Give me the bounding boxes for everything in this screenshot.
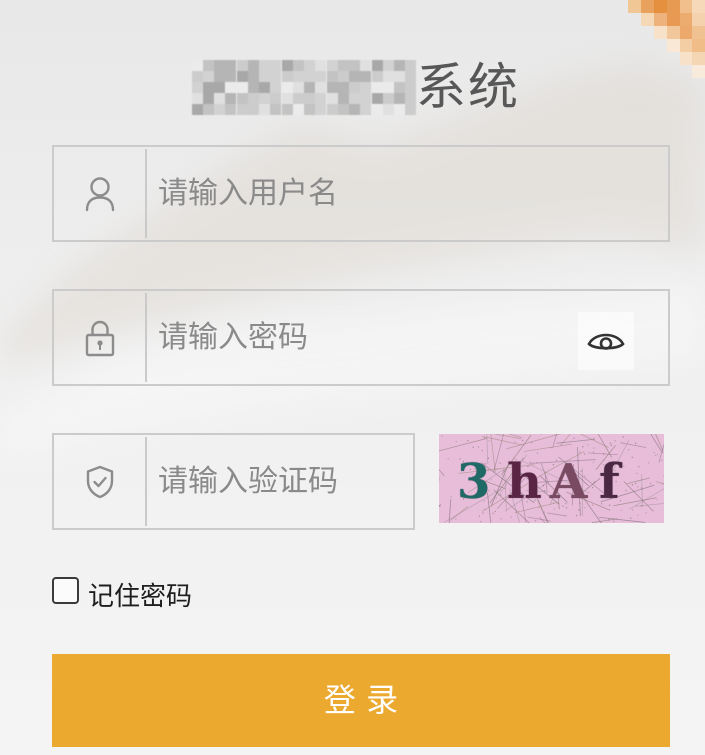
captcha-char: f — [599, 454, 620, 510]
captcha-field — [52, 433, 415, 530]
captcha-char: A — [550, 454, 588, 510]
username-icon-cell — [54, 147, 145, 240]
captcha-image[interactable]: 3 h A f — [439, 434, 664, 523]
field-divider — [145, 293, 147, 382]
lock-icon — [85, 320, 114, 356]
captcha-char: 3 — [457, 454, 491, 510]
show-password-toggle[interactable] — [578, 312, 634, 370]
page-title: 系统 — [190, 55, 530, 119]
eye-icon — [587, 333, 625, 350]
password-icon-cell — [54, 291, 145, 384]
remember-label: 记住密码 — [88, 582, 193, 612]
username-field — [52, 145, 670, 242]
captcha-icon-cell — [54, 435, 145, 528]
field-divider — [145, 437, 147, 526]
pixelated-logo — [628, 0, 705, 78]
title-redacted-block — [192, 60, 416, 115]
password-field — [52, 289, 670, 386]
user-icon — [85, 176, 114, 211]
field-divider — [145, 149, 147, 238]
remember-password[interactable]: 记住密码 — [52, 575, 212, 615]
page-title-text: 系统 — [416, 58, 520, 116]
captcha-input[interactable] — [158, 435, 408, 528]
captcha-char: h — [507, 454, 542, 510]
password-input[interactable] — [158, 291, 558, 384]
shield-check-icon — [86, 465, 113, 498]
username-input[interactable] — [158, 147, 648, 240]
login-button[interactable]: 登 录 — [52, 654, 670, 747]
remember-checkbox[interactable] — [52, 577, 79, 604]
